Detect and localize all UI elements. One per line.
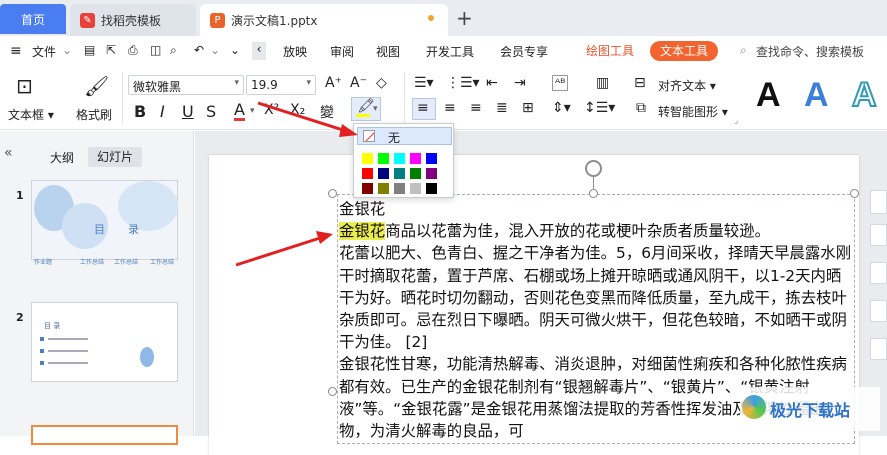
watermark-icon (742, 395, 766, 419)
watermark-text: 极光下载站 (770, 401, 851, 420)
watermark-logo: 极光下载站 (740, 387, 880, 431)
annotation-arrows (235, 101, 358, 267)
arrow-line (235, 236, 321, 267)
arrow-line (257, 101, 347, 133)
arrow-head (339, 124, 358, 137)
arrow-head (316, 231, 333, 244)
